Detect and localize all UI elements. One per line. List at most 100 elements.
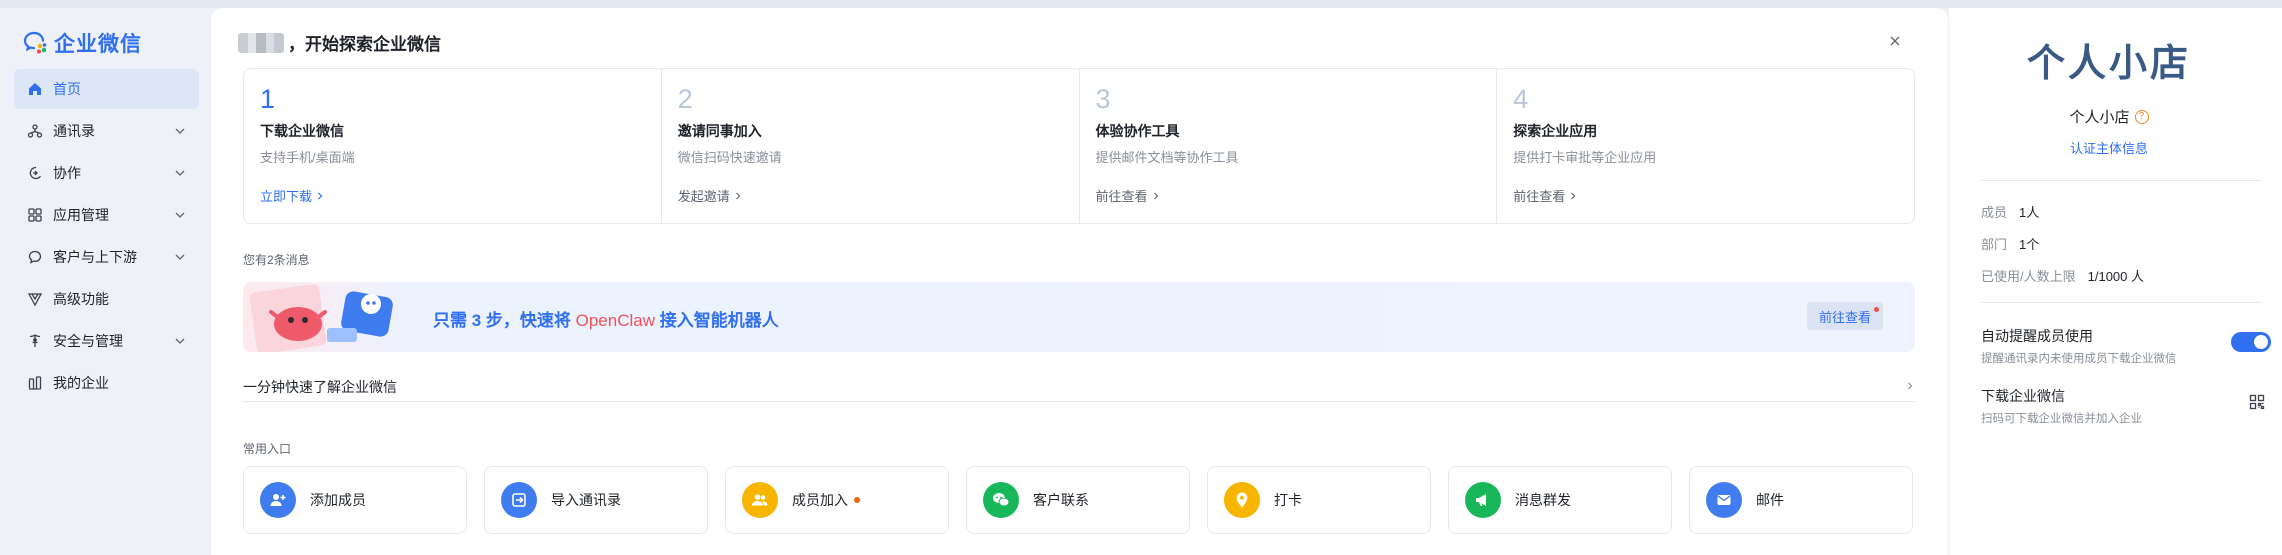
sidebar-item-customers[interactable]: 客户与上下游 (14, 237, 199, 277)
common-entries-label: 常用入口 (243, 442, 292, 456)
entry-broadcast[interactable]: 消息群发 (1448, 466, 1672, 534)
step-description: 支持手机/桌面端 (260, 150, 355, 165)
auto-remind-setting: 自动提醒成员使用 提醒通讯录内未使用成员下载企业微信 (1981, 326, 2271, 366)
import-contacts-icon (501, 482, 537, 518)
sidebar-item-label: 通讯录 (53, 123, 95, 139)
sidebar-item-collaboration[interactable]: 协作 (14, 153, 199, 193)
chevron-right-icon (1908, 382, 1913, 390)
messages-count-label: 您有2条消息 (243, 253, 310, 267)
entry-check-in[interactable]: 打卡 (1207, 466, 1431, 534)
shield-icon (26, 332, 44, 350)
step-title: 体验协作工具 (1095, 123, 1180, 139)
entry-label: 添加成员 (310, 492, 366, 508)
step-description: 提供打卡审批等企业应用 (1513, 150, 1657, 165)
sidebar-item-security[interactable]: 安全与管理 (14, 321, 199, 361)
robot-illustration (249, 284, 393, 352)
banner-highlight: OpenClaw (575, 311, 655, 330)
help-icon[interactable]: ? (2134, 109, 2149, 124)
banner-button-label: 前往查看 (1818, 309, 1871, 325)
sidebar-item-home[interactable]: 首页 (14, 69, 199, 109)
entry-label: 消息群发 (1515, 492, 1571, 508)
wecom-logo-icon (22, 30, 48, 56)
chevron-right-icon (735, 192, 741, 199)
contacts-icon (26, 122, 44, 140)
top-strip (0, 0, 2282, 8)
step-explore-apps: 4 探索企业应用 提供打卡审批等企业应用 前往查看 (1497, 69, 1914, 223)
sidebar-item-label: 客户与上下游 (53, 249, 137, 265)
check-in-icon (1224, 482, 1260, 518)
sidebar-item-app-management[interactable]: 应用管理 (14, 195, 199, 235)
setting-title: 下载企业微信 (1981, 388, 2065, 404)
entry-add-member[interactable]: 添加成员 (243, 466, 467, 534)
step-link-label: 前往查看 (1513, 189, 1566, 204)
entry-mail[interactable]: 邮件 (1689, 466, 1913, 534)
view-collab-link[interactable]: 前往查看 (1096, 186, 1481, 205)
step-link-label: 前往查看 (1095, 189, 1148, 204)
chevron-down-icon (173, 166, 187, 180)
wechat-customer-icon (983, 482, 1019, 518)
chat-bubble-icon (26, 248, 44, 266)
mail-icon (1706, 482, 1742, 518)
entry-import-contacts[interactable]: 导入通讯录 (484, 466, 708, 534)
banner-view-button[interactable]: 前往查看 (1806, 302, 1883, 330)
learn-wecom-row[interactable]: 一分钟快速了解企业微信 (243, 377, 1915, 402)
invite-link[interactable]: 发起邀请 (678, 186, 1063, 205)
banner-text-pre: 只需 3 步，快速将 (433, 311, 576, 330)
stat-key: 部门 (1981, 237, 2008, 252)
org-name-row: 个人小店 ? (1949, 106, 2269, 127)
notification-dot (854, 497, 860, 503)
sidebar-item-my-enterprise[interactable]: 我的企业 (14, 363, 199, 403)
broadcast-icon (1465, 482, 1501, 518)
sidebar-item-label: 我的企业 (53, 375, 109, 391)
learn-wecom-label: 一分钟快速了解企业微信 (243, 379, 397, 395)
page-title: ，开始探索企业微信 (238, 30, 441, 55)
common-entries: 添加成员 导入通讯录 成员加入 客户联系 打卡 消息群发 邮件 (243, 466, 1913, 534)
home-icon (26, 80, 44, 98)
step-description: 微信扫码快速邀请 (677, 150, 782, 165)
step-number: 2 (677, 84, 693, 114)
sidebar-item-advanced[interactable]: 高级功能 (14, 279, 199, 319)
step-link-label: 发起邀请 (677, 189, 730, 204)
setting-description: 扫码可下载企业微信并加入企业 (1981, 413, 2142, 425)
stat-value: 1人 (2019, 205, 2040, 220)
step-title: 探索企业应用 (1513, 123, 1598, 139)
main-panel: ，开始探索企业微信 1 下载企业微信 支持手机/桌面端 立即下载 2 邀请同事加… (211, 8, 1948, 555)
sidebar-item-label: 首页 (53, 81, 81, 97)
chevron-down-icon (173, 208, 187, 222)
stat-key: 已使用/人数上限 (1981, 269, 2076, 284)
auto-remind-toggle[interactable] (2231, 332, 2271, 352)
org-logo: 个人小店 (2026, 43, 2191, 85)
view-apps-link[interactable]: 前往查看 (1513, 186, 1898, 205)
step-link-label: 立即下载 (260, 189, 313, 204)
step-number: 4 (1513, 84, 1529, 114)
step-number: 3 (1095, 84, 1111, 114)
step-download: 1 下载企业微信 支持手机/桌面端 立即下载 (244, 69, 662, 223)
chevron-down-icon (173, 334, 187, 348)
entry-customer-contact[interactable]: 客户联系 (966, 466, 1190, 534)
openclaw-banner[interactable]: 只需 3 步，快速将 OpenClaw 接入智能机器人 前往查看 (243, 282, 1915, 352)
sidebar-item-contacts[interactable]: 通讯录 (14, 111, 199, 151)
verify-entity-link[interactable]: 认证主体信息 (1949, 138, 2269, 157)
download-now-link[interactable]: 立即下载 (260, 186, 645, 205)
entry-label: 成员加入 (792, 492, 848, 508)
divider (1981, 302, 2261, 303)
close-icon[interactable] (1888, 34, 1902, 48)
org-name: 个人小店 (2069, 109, 2130, 126)
chevron-down-icon (173, 250, 187, 264)
divider (1981, 180, 2261, 181)
collaboration-icon (26, 164, 44, 182)
setting-description: 提醒通讯录内未使用成员下载企业微信 (1981, 353, 2177, 365)
qr-code-icon[interactable] (2249, 394, 2265, 410)
download-wecom-setting: 下载企业微信 扫码可下载企业微信并加入企业 (1981, 386, 2271, 426)
step-description: 提供邮件文档等协作工具 (1095, 150, 1239, 165)
onboarding-steps: 1 下载企业微信 支持手机/桌面端 立即下载 2 邀请同事加入 微信扫码快速邀请… (243, 68, 1915, 224)
org-info-panel: 个人小店 个人小店 ? 认证主体信息 成员 1人 部门 1个 已使用/人数上限 … (1948, 8, 2282, 555)
sidebar-nav: 首页 通讯录 协作 应用管理 客户与上下游 高级功能 安全与管理 我的企业 (14, 69, 199, 405)
add-member-icon (260, 482, 296, 518)
entry-label: 邮件 (1756, 492, 1784, 508)
blurred-username (238, 32, 284, 53)
entry-member-join[interactable]: 成员加入 (725, 466, 949, 534)
stat-departments: 部门 1个 (1981, 234, 2039, 253)
brand-logo[interactable]: 企业微信 (22, 28, 142, 58)
step-title: 下载企业微信 (260, 123, 344, 139)
